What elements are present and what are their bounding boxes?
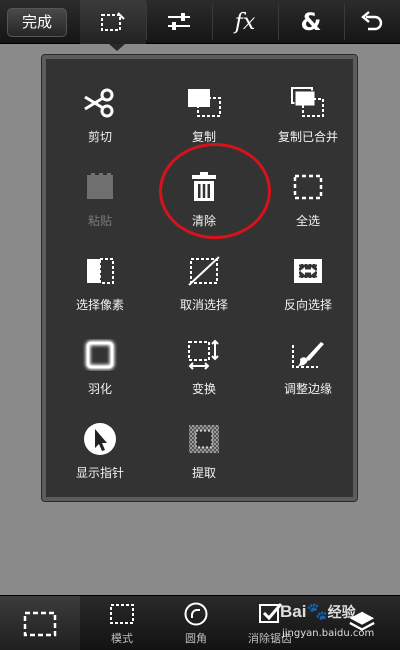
highlight-ring — [159, 143, 271, 239]
undo-button[interactable] — [344, 0, 400, 44]
selection-menu-panel: 剪切 复制 复制已合并 粘贴 清除 全选 选择像素 取消选择 反向选择 羽化 变… — [41, 54, 360, 502]
invert-selection-icon — [290, 253, 326, 289]
transform-icon — [186, 337, 222, 373]
watermark-brand: Bai — [280, 602, 307, 621]
menu-item-label: 调整边缘 — [283, 382, 332, 396]
menu-item-copy-merged[interactable]: 复制已合并 — [256, 81, 360, 163]
select-pixels-icon — [82, 253, 118, 289]
menu-item-transform[interactable]: 变换 — [152, 333, 256, 415]
select-all-icon — [290, 169, 326, 205]
selection-tool-button[interactable] — [80, 0, 146, 51]
menu-item-label: 羽化 — [87, 382, 112, 396]
paw-icon: 🐾 — [306, 602, 328, 621]
menu-item-refine-edge[interactable]: 调整边缘 — [256, 333, 360, 415]
scissors-icon — [82, 85, 118, 121]
refine-edge-icon — [290, 337, 326, 373]
menu-item-show-cursor[interactable]: 显示指针 — [48, 417, 152, 499]
cursor-icon — [82, 421, 118, 457]
menu-item-cut[interactable]: 剪切 — [48, 81, 152, 163]
rounded-corner-label: 圆角 — [185, 632, 207, 645]
adjust-sliders-icon — [168, 13, 190, 30]
menu-item-label: 反向选择 — [283, 298, 332, 312]
undo-icon — [361, 11, 383, 31]
menu-item-paste[interactable]: 粘贴 — [48, 165, 152, 247]
menu-item-label: 复制已合并 — [277, 130, 338, 144]
menu-item-feather[interactable]: 羽化 — [48, 333, 152, 415]
menu-item-label: 选择像素 — [75, 298, 124, 312]
done-button[interactable]: 完成 — [7, 8, 67, 37]
ampersand-icon: & — [300, 8, 322, 36]
watermark-suffix: 经验 — [327, 604, 356, 620]
menu-item-label: 取消选择 — [179, 298, 228, 312]
fx-icon: fx — [234, 9, 256, 35]
mode-label: 模式 — [111, 632, 133, 645]
copy-icon — [186, 85, 222, 121]
copy-merged-icon — [290, 85, 326, 121]
rounded-corner-icon — [182, 602, 210, 626]
menu-item-label: 粘贴 — [87, 214, 112, 228]
menu-item-label: 提取 — [191, 466, 216, 480]
menu-item-invert-selection[interactable]: 反向选择 — [256, 249, 360, 331]
effects-button[interactable]: fx — [212, 0, 278, 44]
marquee-icon — [23, 611, 57, 636]
extract-icon — [186, 421, 222, 457]
menu-item-deselect[interactable]: 取消选择 — [152, 249, 256, 331]
deselect-icon — [186, 253, 222, 289]
mode-button[interactable]: 模式 — [82, 596, 162, 650]
menu-item-label: 剪切 — [87, 130, 112, 144]
rounded-corner-button[interactable]: 圆角 — [156, 596, 236, 650]
baidu-watermark: Bai🐾经验 jingyan.baidu.com — [280, 598, 398, 646]
mode-icon — [108, 602, 136, 626]
feather-icon — [82, 337, 118, 373]
menu-item-extract[interactable]: 提取 — [152, 417, 256, 499]
paste-icon — [82, 169, 118, 205]
adjustments-button[interactable] — [146, 0, 212, 44]
selection-icon — [101, 12, 125, 31]
watermark-url: jingyan.baidu.com — [282, 628, 375, 639]
menu-item-select-pixels[interactable]: 选择像素 — [48, 249, 152, 331]
top-toolbar: 完成 fx & — [0, 0, 400, 51]
menu-item-label: 全选 — [295, 214, 320, 228]
menu-item-label: 变换 — [191, 382, 216, 396]
marquee-tool-button[interactable] — [0, 596, 80, 650]
menu-item-label: 复制 — [191, 130, 216, 144]
text-button[interactable]: & — [278, 0, 344, 44]
menu-item-select-all[interactable]: 全选 — [256, 165, 360, 247]
menu-item-label: 显示指针 — [75, 466, 124, 480]
